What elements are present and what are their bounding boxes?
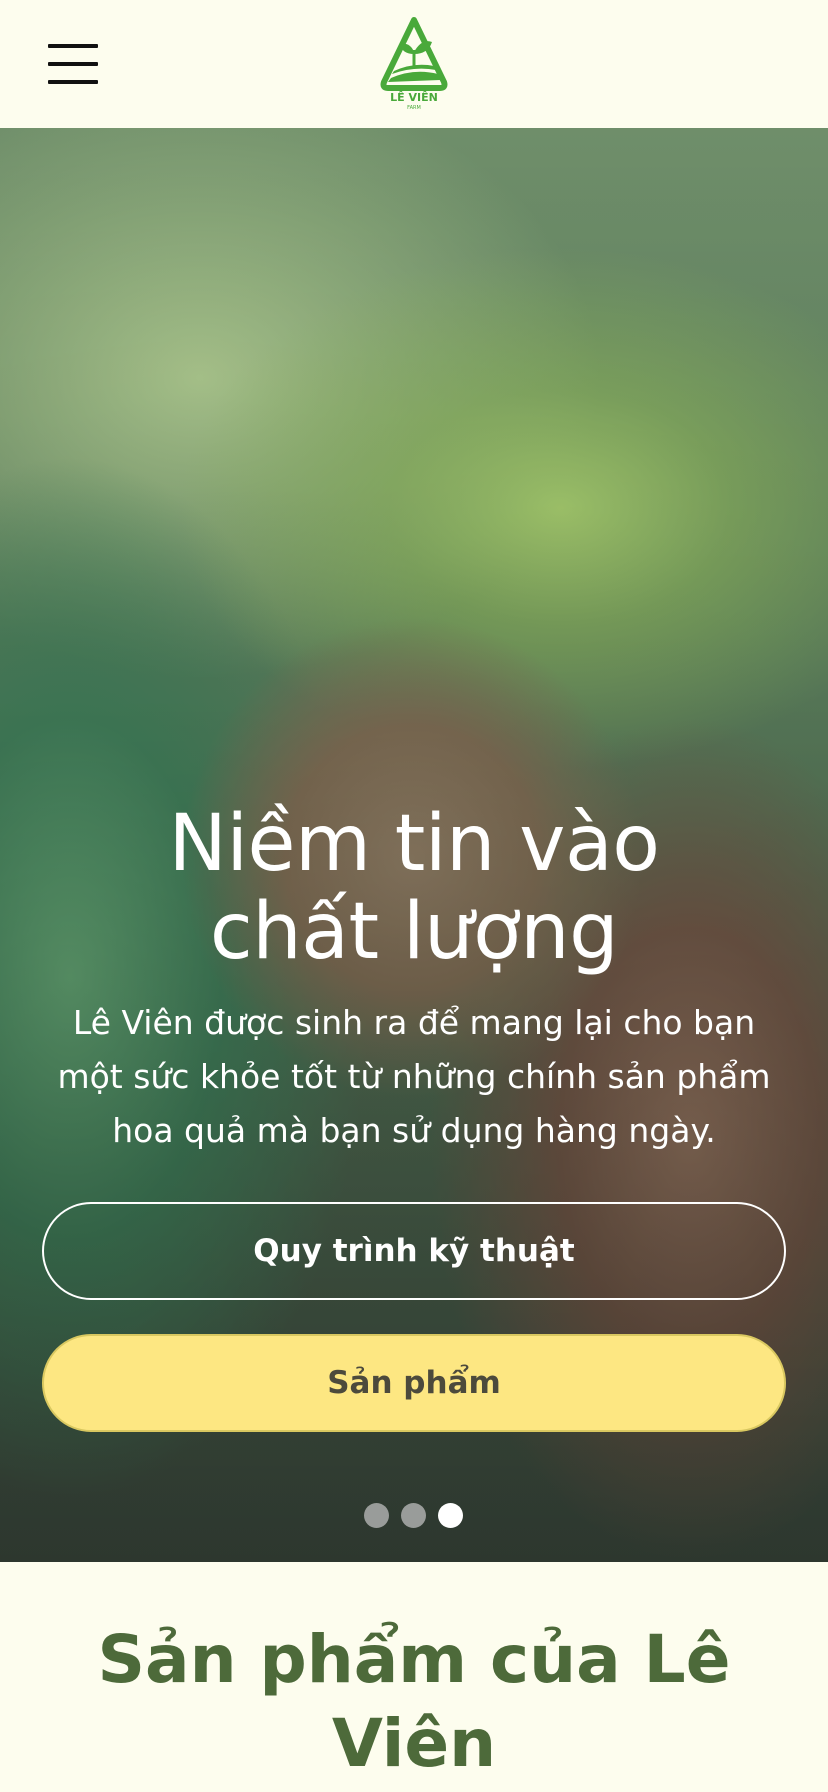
hero-subtitle-line-1: Lê Viên được sinh ra để mang lại cho bạn xyxy=(72,1003,756,1042)
slider-dot-2[interactable] xyxy=(401,1502,426,1528)
menu-bar xyxy=(48,80,98,84)
menu-bar xyxy=(48,62,98,66)
hero-subtitle-line-2: một sức khỏe tốt từ những chính sản phẩm xyxy=(57,1057,771,1096)
hamburger-menu-icon[interactable] xyxy=(48,44,98,84)
hero-content: Niềm tin vào chất lượng Lê Viên được sin… xyxy=(0,128,828,1562)
products-button[interactable]: Sản phẩm xyxy=(42,1334,786,1432)
slider-dot-1[interactable] xyxy=(364,1502,389,1528)
leaf-triangle-logo-icon: LÊ VIÊN FARM xyxy=(380,17,448,111)
products-section-title: Sản phẩm của Lê Viên xyxy=(97,1621,731,1782)
slider-dot-3[interactable] xyxy=(438,1502,463,1528)
hero-title: Niềm tin vào chất lượng xyxy=(40,800,788,976)
menu-bar xyxy=(48,44,98,48)
hero-subtitle-line-3: hoa quả mà bạn sử dụng hàng ngày. xyxy=(112,1111,716,1150)
logo-name: LÊ VIÊN xyxy=(390,91,438,104)
hero-title-line-1: Niềm tin vào xyxy=(168,799,660,889)
technical-process-button[interactable]: Quy trình kỹ thuật xyxy=(42,1202,786,1300)
le-vien-logo[interactable]: LÊ VIÊN FARM xyxy=(376,16,452,112)
hero-subtitle: Lê Viên được sinh ra để mang lại cho bạn… xyxy=(44,996,784,1158)
hero-slider: Niềm tin vào chất lượng Lê Viên được sin… xyxy=(0,128,828,1562)
logo-tagline: FARM xyxy=(407,105,421,111)
slider-pagination xyxy=(364,1502,464,1528)
site-header: LÊ VIÊN FARM xyxy=(0,0,828,128)
hero-title-line-2: chất lượng xyxy=(209,887,619,977)
